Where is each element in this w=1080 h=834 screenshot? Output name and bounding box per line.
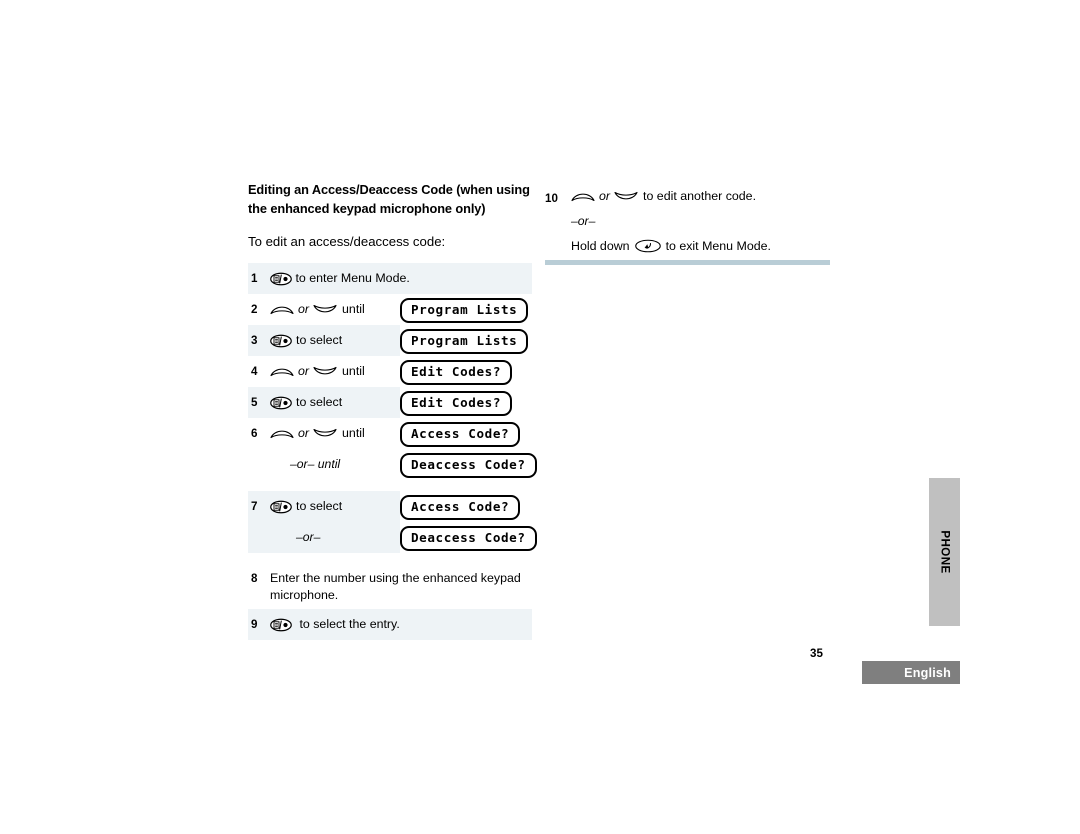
- display-cell: Program Lists: [400, 294, 532, 324]
- up-arrow-key-icon: [270, 365, 294, 378]
- down-arrow-key-icon: [313, 427, 337, 440]
- hold-down-instruction: Hold down to exit Menu Mode.: [545, 228, 830, 253]
- step-text: to select: [296, 333, 343, 348]
- step-number-spacer: [248, 522, 270, 531]
- step-text: to select the entry.: [299, 617, 400, 632]
- left-column: Editing an Access/Deaccess Code (when us…: [248, 180, 537, 641]
- step-text: until: [342, 302, 365, 317]
- step-number: 4: [251, 365, 258, 379]
- or-label: or: [599, 189, 611, 203]
- step-text: to select: [296, 395, 343, 410]
- or-label: or: [298, 426, 310, 441]
- language-tab: English: [862, 661, 960, 684]
- step-text: until: [342, 426, 365, 441]
- up-arrow-key-icon: [270, 303, 294, 316]
- display-cell: Access Code?: [400, 491, 532, 521]
- display-cell: Access Code?: [400, 418, 532, 448]
- lcd-display: Program Lists: [400, 298, 529, 324]
- section-intro: To edit an access/deaccess code:: [248, 233, 446, 249]
- step-number: 9: [251, 618, 258, 632]
- step-text: Enter the number using the enhanced keyp…: [270, 571, 521, 602]
- lcd-display: Access Code?: [400, 495, 521, 521]
- down-arrow-key-icon: [614, 190, 638, 203]
- step-number: 7: [251, 500, 258, 514]
- down-arrow-key-icon: [313, 365, 337, 378]
- up-arrow-key-icon: [571, 190, 595, 203]
- steps-table: 1 to enter Menu Mode. 2 or until Program…: [248, 263, 537, 641]
- display-cell: Edit Codes?: [400, 387, 532, 417]
- section-heading: Editing an Access/Deaccess Code (when us…: [248, 182, 530, 217]
- table-row: 2 or until Program Lists: [248, 294, 532, 325]
- step-number-spacer: [248, 449, 270, 458]
- back-exit-key-icon: [630, 239, 666, 253]
- lcd-display: Access Code?: [400, 422, 521, 448]
- step-number: 3: [251, 334, 258, 348]
- display-cell: Edit Codes?: [400, 356, 532, 386]
- display-cell: Deaccess Code?: [400, 449, 537, 479]
- step-text: to edit another code.: [643, 189, 757, 203]
- hold-down-prefix: Hold down: [571, 239, 630, 253]
- step-instruction: to select: [270, 491, 400, 515]
- step-number: 1: [251, 272, 258, 286]
- step-number: 5: [251, 396, 258, 410]
- side-tab-label: PHONE: [938, 530, 951, 574]
- or-label: or: [298, 302, 310, 317]
- step-instruction: to enter Menu Mode.: [270, 263, 538, 287]
- step-instruction: to select the entry.: [270, 609, 538, 633]
- table-row: 9 to select the entry.: [248, 609, 532, 641]
- table-row: 1 to enter Menu Mode.: [248, 263, 532, 295]
- menu-select-key-icon: [270, 500, 292, 514]
- right-column: 10 or to edit another code. –or– Hold do…: [545, 188, 830, 253]
- up-arrow-key-icon: [270, 427, 294, 440]
- down-arrow-key-icon: [313, 303, 337, 316]
- page-number: 35: [810, 647, 823, 660]
- display-cell: Program Lists: [400, 325, 532, 355]
- step-instruction: to select: [270, 325, 400, 349]
- language-label: English: [904, 665, 951, 680]
- table-row-alternate: –or– until Deaccess Code?: [248, 449, 537, 480]
- step-instruction: or to edit another code.: [571, 188, 830, 205]
- table-row: 8 Enter the number using the enhanced ke…: [248, 563, 532, 603]
- step-number: 2: [251, 303, 258, 317]
- table-row: 4 or until Edit Codes?: [248, 356, 532, 387]
- table-row: 6 or until Access Code?: [248, 418, 532, 449]
- step-instruction: –or– until: [270, 449, 400, 472]
- step-number: 8: [251, 572, 258, 586]
- step-10-row: 10 or to edit another code.: [545, 188, 830, 205]
- or-alternate-label: –or–: [296, 530, 321, 545]
- step-instruction: or until: [270, 294, 400, 318]
- table-row: 3 to select Program Lists: [248, 325, 532, 357]
- step-instruction: Enter the number using the enhanced keyp…: [270, 563, 538, 603]
- menu-select-key-icon: [270, 272, 292, 286]
- lcd-display: Edit Codes?: [400, 391, 513, 417]
- step-number: 6: [251, 427, 258, 441]
- section-divider-rule: [545, 260, 830, 265]
- side-tab-phone: PHONE: [929, 478, 960, 626]
- step-instruction: –or–: [270, 522, 400, 545]
- lcd-display: Program Lists: [400, 329, 529, 355]
- hold-down-suffix: to exit Menu Mode.: [665, 239, 771, 253]
- menu-select-key-icon: [270, 334, 292, 348]
- lcd-display: Deaccess Code?: [400, 453, 537, 479]
- lcd-display: Deaccess Code?: [400, 526, 537, 552]
- menu-select-key-icon: [270, 396, 292, 410]
- display-cell: Deaccess Code?: [400, 522, 537, 552]
- step-instruction: or until: [270, 356, 400, 380]
- step-instruction: or until: [270, 418, 400, 442]
- table-row: 5 to select Edit Codes?: [248, 387, 532, 419]
- step-number: 10: [545, 192, 558, 205]
- table-row: 7 to select Access Code?: [248, 491, 532, 523]
- or-alternate-label: –or–: [545, 205, 830, 228]
- step-text: to enter Menu Mode.: [295, 271, 410, 286]
- lcd-display: Edit Codes?: [400, 360, 513, 386]
- step-text: to select: [296, 499, 343, 514]
- or-alternate-label: –or– until: [290, 457, 341, 472]
- table-row-alternate: –or– Deaccess Code?: [248, 522, 537, 554]
- step-instruction: to select: [270, 387, 400, 411]
- step-text: until: [342, 364, 365, 379]
- manual-page: Editing an Access/Deaccess Code (when us…: [0, 0, 1080, 834]
- or-label: or: [298, 364, 310, 379]
- menu-select-key-icon: [270, 618, 292, 632]
- or-dash-text: –or–: [571, 214, 596, 228]
